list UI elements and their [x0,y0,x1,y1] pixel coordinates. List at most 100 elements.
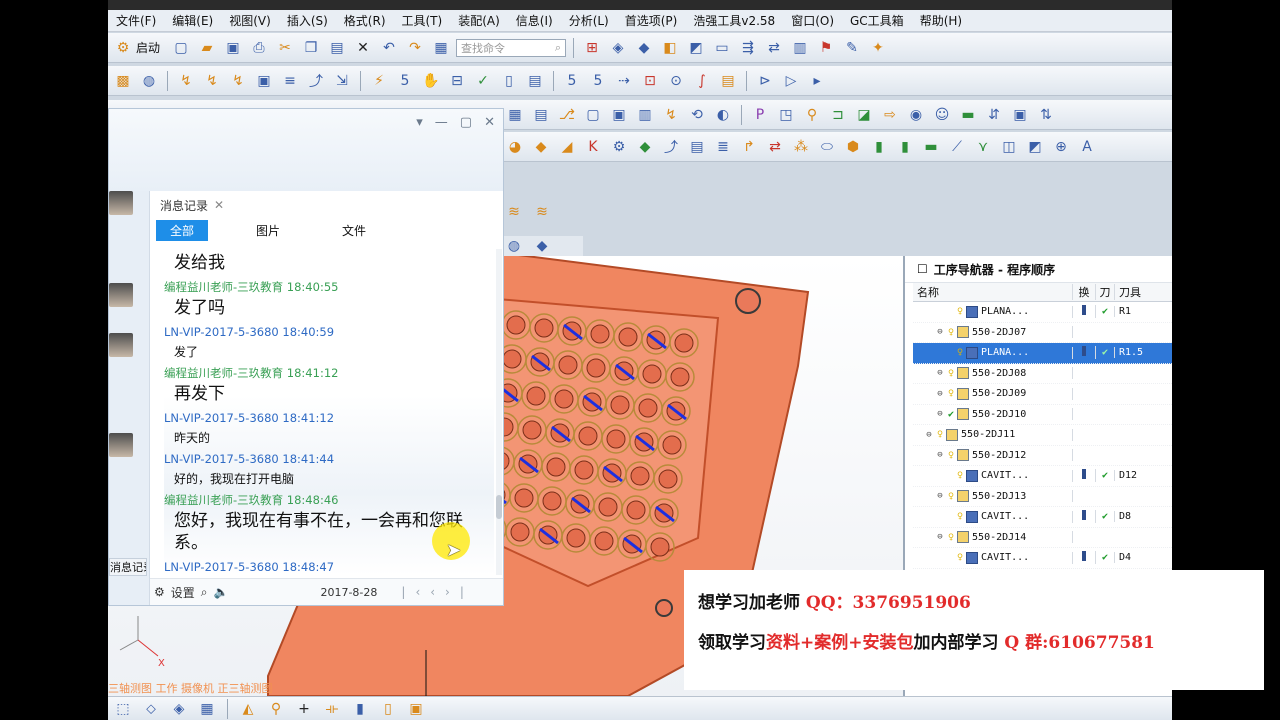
fit-view-icon[interactable]: ⊞ [581,37,603,59]
tool-k-icon[interactable]: ⁂ [790,136,812,158]
avatar[interactable] [109,283,133,307]
start-label[interactable]: 启动 [136,39,160,56]
menu-item[interactable]: 信息(I) [516,12,553,29]
layer-icon[interactable]: ◧ [659,37,681,59]
replay-path-icon[interactable]: ↯ [201,70,223,92]
feat-a-icon[interactable]: ▦ [504,104,526,126]
cube-icon[interactable]: ◆ [531,235,553,257]
tab-all[interactable]: 全部 [156,219,209,241]
col-tool[interactable]: 刀具 [1115,284,1169,300]
navigator-row[interactable]: ⊖ ♀ 550-2DJ13 [913,487,1172,507]
menu-item[interactable]: 插入(S) [287,12,328,29]
navigator-row[interactable]: ♀ PLANA... ✔ R1.5 [913,343,1172,364]
sheet-icon[interactable]: ▤ [717,70,739,92]
feed-icon[interactable]: ⊳ [754,70,776,92]
bar-icon[interactable]: ▮ [349,698,371,720]
row-name-cell[interactable]: ⊖ ♀ 550-2DJ09 [913,387,1073,400]
save-icon[interactable]: ▣ [222,37,244,59]
dim-icon[interactable]: ⟛ [321,698,343,720]
render-style-icon[interactable]: ◈ [607,37,629,59]
undo-icon[interactable]: ↶ [378,37,400,59]
generate-path-icon[interactable]: ↯ [175,70,197,92]
tool-s-icon[interactable]: ◫ [998,136,1020,158]
collapse-icon[interactable]: ⊖ [935,389,945,399]
row-name-cell[interactable]: ⊖ ♀ 550-2DJ08 [913,367,1073,380]
navigator-row[interactable]: ⊖ ♀ 550-2DJ09 [913,384,1172,405]
feat-e-icon[interactable]: ▣ [608,104,630,126]
navigator-row[interactable]: ⊖ ♀ 550-2DJ07 [913,323,1172,343]
row-name-cell[interactable]: ⊖ ✔ 550-2DJ10 [913,408,1073,421]
row-name-cell[interactable]: ⊖ ♀ 550-2DJ14 [913,531,1073,544]
five-axis-icon[interactable]: 5 [587,70,609,92]
menu-item[interactable]: 文件(F) [116,12,156,29]
row-name-cell[interactable]: ♀ PLANA... [913,305,1073,318]
tool-v-icon[interactable]: A [1076,136,1098,158]
tool-m-icon[interactable]: ⬢ [842,136,864,158]
navigator-row[interactable]: ♀ CAVIT... ✔ D4 [913,548,1172,569]
stack-icon[interactable]: ≋ [503,201,525,223]
feat-p-icon[interactable]: P [749,104,771,126]
row-name-cell[interactable]: ♀ PLANA... [913,346,1073,359]
navigator-row[interactable]: ⊖ ♀ 550-2DJ08 [913,364,1172,384]
feat-d-icon[interactable]: ▢ [582,104,604,126]
collapse-icon[interactable]: ⊖ [924,430,934,440]
background-icon[interactable]: ▭ [711,37,733,59]
history-tab[interactable]: 消息记录 [160,197,208,214]
maximize-icon[interactable]: ▢ [460,115,472,130]
collapse-icon[interactable]: ⊖ [935,368,945,378]
path-split-icon[interactable]: ⊟ [446,70,468,92]
feat-s-icon[interactable]: ⇵ [983,104,1005,126]
feat-h-icon[interactable]: ⟲ [686,104,708,126]
cube-view-icon[interactable]: ◆ [633,37,655,59]
measure-icon[interactable]: ▥ [789,37,811,59]
edit-object-icon[interactable]: ✎ [841,37,863,59]
tool-o-icon[interactable]: ▮ [894,136,916,158]
settings-label[interactable]: 设置 [171,584,195,601]
tool-l-icon[interactable]: ⬭ [816,136,838,158]
tool-c-icon[interactable]: ◢ [556,136,578,158]
command-search-input[interactable]: 查找命令 ⌕ [456,38,567,57]
menu-item[interactable]: 帮助(H) [920,12,962,29]
stack2-icon[interactable]: ≋ [531,201,553,223]
path-ok-icon[interactable]: ✓ [472,70,494,92]
move-icon[interactable]: ⇄ [763,37,785,59]
menu-item[interactable]: 格式(R) [344,12,386,29]
feat-c-icon[interactable]: ⎇ [556,104,578,126]
close-tab-icon[interactable]: ✕ [214,198,224,212]
feat-l-icon[interactable]: ⊐ [827,104,849,126]
delete-icon[interactable]: ✕ [352,37,374,59]
sketch-icon[interactable]: ◭ [237,698,259,720]
circle-icon[interactable]: ⊙ [665,70,687,92]
gear-icon[interactable]: ⚙ [154,585,165,599]
tool-g-icon[interactable]: ▤ [686,136,708,158]
new-file-icon[interactable]: ▢ [170,37,192,59]
print-icon[interactable]: ⎙ [248,37,270,59]
curve-icon[interactable]: ∫ [691,70,713,92]
menu-item[interactable]: 窗口(O) [791,12,834,29]
row-name-cell[interactable]: ♀ CAVIT... [913,510,1073,523]
feat-k-icon[interactable]: ⚲ [801,104,823,126]
feat-b-icon[interactable]: ▤ [530,104,552,126]
tool-icon[interactable]: ✦ [867,37,889,59]
page-nav-icons[interactable]: |‹‹›| [401,585,473,599]
shop-doc-icon[interactable]: ⇲ [331,70,353,92]
scroll-thumb[interactable] [496,495,502,519]
navigator-row[interactable]: ⊖ ✔ 550-2DJ10 [913,405,1172,425]
tool-t-icon[interactable]: ◩ [1024,136,1046,158]
collapse-icon[interactable]: ⊖ [935,450,945,460]
feat-i-icon[interactable]: ◐ [712,104,734,126]
menu-item[interactable]: GC工具箱 [850,12,904,29]
orient-icon[interactable]: ◩ [685,37,707,59]
row-name-cell[interactable]: ♀ CAVIT... [913,469,1073,482]
navigator-box-icon[interactable]: ☐ [917,262,928,276]
navigator-row[interactable]: ⊖ ♀ 550-2DJ12 [913,446,1172,466]
tool-q-icon[interactable]: ⟋ [946,136,968,158]
path-5-icon[interactable]: 5 [394,70,416,92]
tool-n-icon[interactable]: ▮ [868,136,890,158]
tool-j-icon[interactable]: ⇄ [764,136,786,158]
book-icon[interactable]: ▯ [498,70,520,92]
tool-d-icon[interactable]: ⚙ [608,136,630,158]
tool-a-icon[interactable]: ◕ [504,136,526,158]
create-program-icon[interactable]: ▩ [112,70,134,92]
feat-u-icon[interactable]: ⇅ [1035,104,1057,126]
